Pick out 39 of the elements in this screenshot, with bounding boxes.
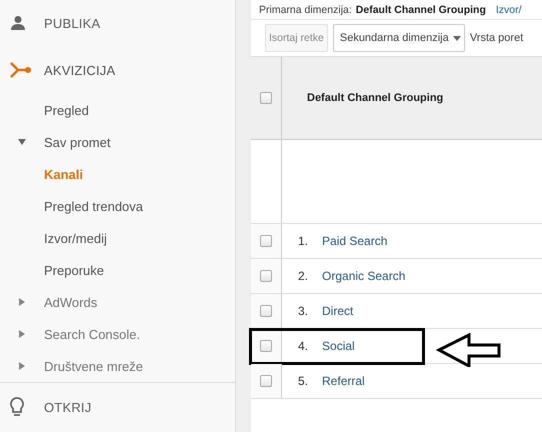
row-number: 1.	[298, 234, 308, 248]
checkbox[interactable]	[260, 92, 272, 104]
collapsed-triangle-icon[interactable]	[19, 298, 25, 306]
row-number: 2.	[298, 269, 308, 283]
nav-item[interactable]: Pregled	[44, 102, 89, 118]
row-number: 4.	[298, 339, 308, 353]
sort-type-label: Vrsta poret	[470, 32, 524, 44]
row-number: 5.	[298, 374, 308, 388]
primary-dimension-label: Primarna dimenzija:	[259, 4, 352, 16]
left-arrow-icon	[436, 333, 501, 367]
checkbox[interactable]	[260, 340, 272, 352]
nav-item[interactable]: AdWords	[44, 294, 98, 310]
nav-item[interactable]: Preporuke	[44, 262, 104, 278]
checkbox[interactable]	[260, 235, 272, 247]
nav-item[interactable]: Društvene mreže	[44, 358, 143, 374]
nav-section[interactable]: AKVIZICIJA	[44, 62, 116, 78]
nav-item[interactable]: Pregled trendova	[44, 198, 144, 214]
channel-link[interactable]: Social	[322, 339, 355, 353]
row-number: 3.	[298, 304, 308, 318]
channel-link[interactable]: Direct	[322, 304, 354, 318]
secondary-dimension-dropdown[interactable]: Sekundarna dimenzija	[332, 24, 465, 52]
checkbox[interactable]	[260, 270, 272, 282]
channel-link[interactable]: Organic Search	[322, 269, 406, 283]
nav-item[interactable]: Izvor/medij	[44, 230, 107, 246]
dimension-link[interactable]: Izvor/	[496, 4, 522, 16]
channel-link[interactable]: Paid Search	[322, 234, 388, 248]
nav-section[interactable]: PUBLIKA	[44, 16, 100, 30]
primary-dimension-value[interactable]: Default Channel Grouping	[356, 4, 486, 16]
caret-icon	[452, 36, 461, 40]
nav-item[interactable]: Search Console.	[44, 326, 140, 342]
checkbox[interactable]	[260, 305, 272, 317]
collapsed-triangle-icon[interactable]	[19, 362, 25, 370]
nav-item[interactable]: Sav promet	[44, 134, 110, 150]
channel-link[interactable]: Referral	[322, 374, 365, 388]
checkbox[interactable]	[260, 375, 272, 387]
nav-section[interactable]: OTKRIJ	[44, 400, 92, 414]
column-header[interactable]: Default Channel Grouping	[282, 92, 444, 104]
collapsed-triangle-icon[interactable]	[19, 330, 25, 338]
expanded-triangle-icon[interactable]	[18, 139, 26, 145]
